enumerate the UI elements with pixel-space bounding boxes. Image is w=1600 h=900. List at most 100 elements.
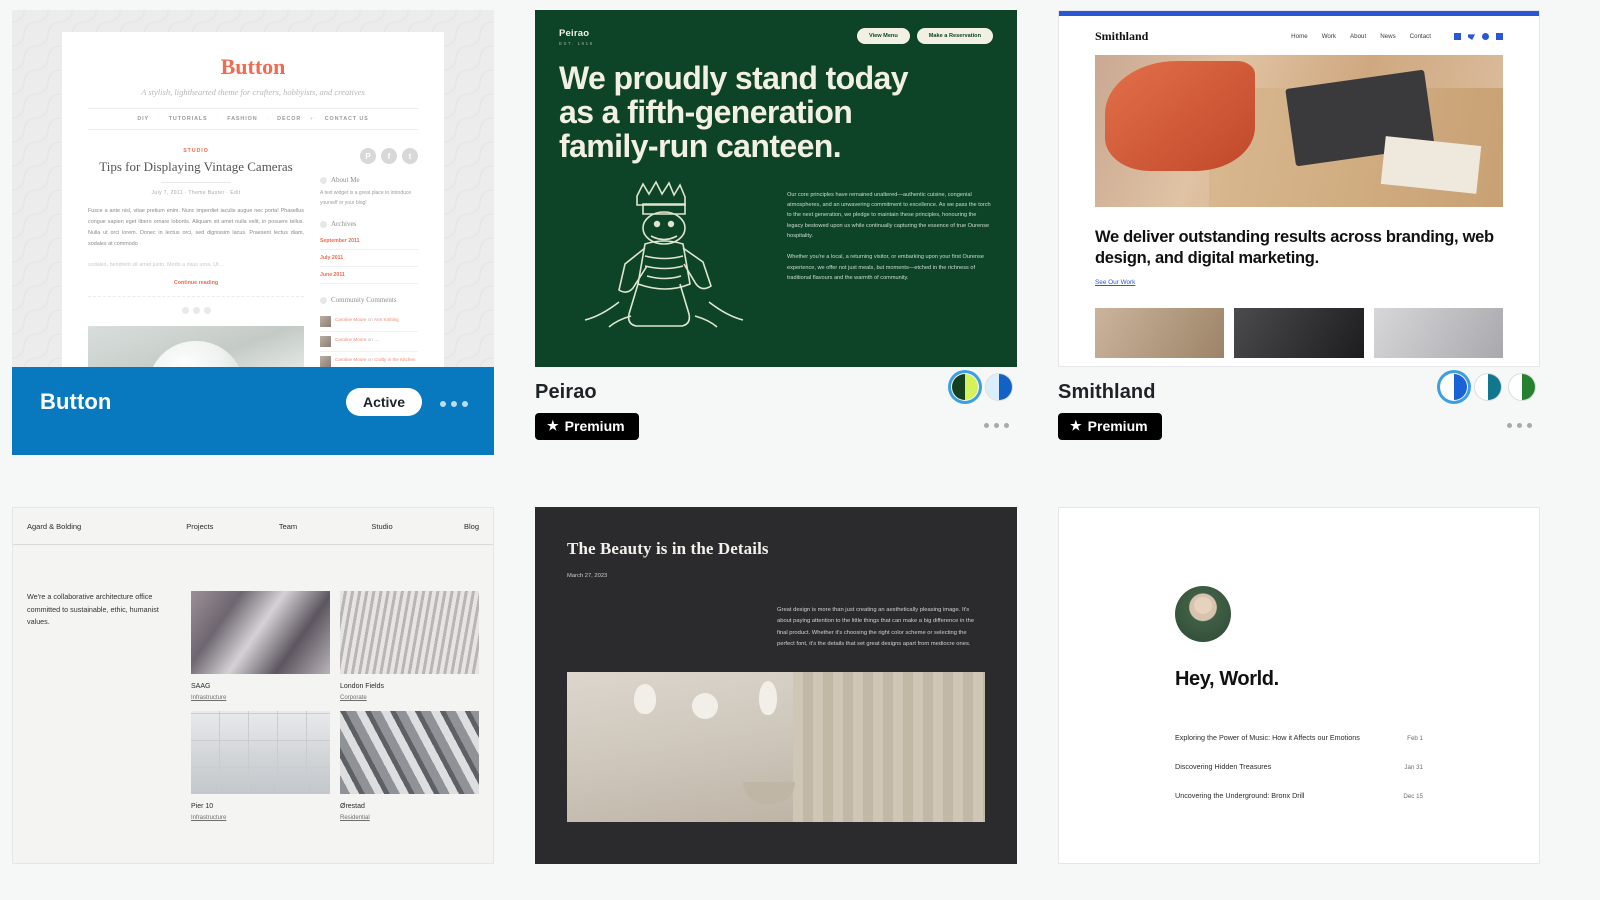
- theme-preview-beauty-details[interactable]: The Beauty is in the Details March 27, 2…: [535, 507, 1017, 864]
- comment-on: on: [367, 317, 373, 322]
- color-swatch[interactable]: [1474, 373, 1502, 401]
- button-theme-page: Button A stylish, lighthearted theme for…: [62, 32, 444, 367]
- post-list: Exploring the Power of Music: How it Aff…: [1175, 723, 1423, 810]
- site-nav: DIY · TUTORIALS · FASHION · DECOR ▾ · CONTAC…: [88, 108, 418, 130]
- theme-card-agard-bolding[interactable]: Agard & Bolding Projects Team Studio Blo…: [12, 507, 494, 864]
- post-date: Jan 31: [1404, 764, 1423, 771]
- theme-name: Peirao: [535, 381, 597, 403]
- nav-item-fashion: FASHION: [227, 116, 258, 122]
- nav-item-tutorials: TUTORIALS: [168, 116, 208, 122]
- overflow-menu-button[interactable]: [1507, 423, 1532, 428]
- established-text: EST. 1918: [559, 41, 594, 46]
- see-our-work-link[interactable]: See Our Work: [1059, 269, 1539, 286]
- divider: [161, 182, 231, 183]
- widget-archives-title: Archives: [320, 220, 418, 228]
- agard-theme-page: Agard & Bolding Projects Team Studio Blo…: [13, 508, 493, 863]
- theme-preview-smithland[interactable]: Smithland Home Work About News Contact W…: [1058, 10, 1540, 367]
- archives-list: September 2011 July 2011 June 2011: [320, 233, 418, 284]
- project-tag: Corporate: [340, 695, 367, 701]
- slatted-wall: [792, 672, 985, 823]
- avatar: [320, 316, 331, 327]
- nav-item-news: News: [1380, 33, 1396, 40]
- theme-card-hey-world[interactable]: Hey, World. Exploring the Power of Music…: [1058, 507, 1540, 864]
- theme-preview-peirao[interactable]: Peirao EST. 1918 View Menu Make a Reserv…: [535, 10, 1017, 367]
- comment-text: Caroline Moore on Crafty in the Kitchen: [335, 356, 415, 367]
- agard-intro-text: We're a collaborative architecture offic…: [27, 592, 159, 627]
- project-image: [191, 711, 330, 794]
- widget-about-title: About Me: [320, 176, 418, 184]
- theme-card-button[interactable]: Button A stylish, lighthearted theme for…: [12, 10, 494, 455]
- interior-photo: [567, 672, 985, 823]
- peirao-paragraph-1: Our core principles have remained unalte…: [787, 191, 991, 240]
- project-name: Ørestad: [340, 803, 365, 810]
- content-columns: STUDIO Tips for Displaying Vintage Camer…: [88, 148, 418, 367]
- dark-theme-page: The Beauty is in the Details March 27, 2…: [535, 507, 1017, 864]
- logo-text: Smithland: [1095, 29, 1149, 43]
- nav-item-team: Team: [278, 522, 298, 531]
- theme-card-beauty-details[interactable]: The Beauty is in the Details March 27, 2…: [535, 507, 1017, 864]
- theme-grid: Button A stylish, lighthearted theme for…: [0, 0, 1600, 874]
- widget-about-label: About Me: [331, 176, 360, 184]
- theme-card-peirao[interactable]: Peirao EST. 1918 View Menu Make a Reserv…: [535, 10, 1017, 455]
- bullet-icon: [320, 296, 327, 304]
- project-tag: Residential: [340, 815, 370, 821]
- bowl: [742, 782, 795, 805]
- smithland-headline: We deliver outstanding results across br…: [1095, 228, 1494, 268]
- theme-card-smithland[interactable]: Smithland Home Work About News Contact W…: [1058, 10, 1540, 455]
- theme-preview-hey-world[interactable]: Hey, World. Exploring the Power of Music…: [1058, 507, 1540, 864]
- theme-preview-button[interactable]: Button A stylish, lighthearted theme for…: [12, 10, 494, 367]
- color-swatches: [951, 373, 1013, 401]
- dark-date: March 27, 2023: [567, 573, 608, 579]
- hero-image: [1095, 55, 1503, 207]
- star-icon: ★: [1070, 418, 1082, 433]
- main-column: STUDIO Tips for Displaying Vintage Camer…: [88, 148, 304, 367]
- project-name: London Fields: [340, 683, 384, 690]
- overflow-menu-button[interactable]: [440, 401, 468, 407]
- thumbnail: [1234, 308, 1364, 359]
- theme-preview-agard-bolding[interactable]: Agard & Bolding Projects Team Studio Blo…: [12, 507, 494, 864]
- pendant-lamp: [692, 693, 719, 720]
- peirao-copy: Our core principles have remained unalte…: [787, 170, 993, 330]
- make-reservation-button[interactable]: Make a Reservation: [916, 28, 993, 44]
- project-image: [191, 591, 330, 674]
- star-icon: ★: [547, 418, 559, 433]
- color-swatch-selected[interactable]: [951, 373, 979, 401]
- comment-author: Caroline Moore: [335, 317, 367, 322]
- widget-comments-label: Community Comments: [331, 296, 397, 304]
- post-date: Feb 1: [1407, 735, 1423, 742]
- widget-comments-title: Community Comments: [320, 296, 418, 304]
- color-swatches: [1440, 373, 1536, 401]
- status-badge-premium: ★ Premium: [535, 413, 639, 440]
- project-card: Pier 10 Infrastructure: [191, 711, 330, 821]
- thumbnail: [1373, 308, 1503, 359]
- color-swatch-selected[interactable]: [1440, 373, 1468, 401]
- smithland-header: Smithland Home Work About News Contact: [1059, 16, 1539, 55]
- nav-item-projects: Projects: [186, 522, 214, 531]
- linkedin-icon: [1454, 33, 1461, 40]
- color-swatch[interactable]: [1508, 373, 1536, 401]
- nav-item-diy: DIY: [137, 116, 150, 122]
- agard-nav: Agard & Bolding Projects Team Studio Blo…: [13, 508, 493, 545]
- project-card: London Fields Corporate: [340, 591, 479, 701]
- post-title: Tips for Displaying Vintage Cameras: [99, 159, 293, 174]
- dark-body-text: Great design is more than just creating …: [777, 607, 975, 647]
- site-title: Button: [220, 54, 286, 79]
- peirao-brand: Peirao EST. 1918: [559, 28, 594, 46]
- overflow-menu-button[interactable]: [984, 423, 1009, 428]
- archive-item: July 2011: [320, 250, 418, 267]
- project-name: SAAG: [191, 683, 211, 690]
- nav-sep: ·: [158, 116, 160, 122]
- nav-item-about: About: [1350, 33, 1367, 40]
- status-badge-active: Active: [345, 388, 422, 416]
- archive-item: September 2011: [320, 233, 418, 250]
- social-icons: P f t: [320, 148, 418, 164]
- nav-item-studio: Studio: [371, 522, 393, 531]
- list-item: Exploring the Power of Music: How it Aff…: [1175, 723, 1423, 752]
- comment-on: on: [367, 357, 373, 362]
- smithland-theme-page: Smithland Home Work About News Contact W…: [1059, 11, 1539, 366]
- comment-row: Caroline Moore on Arm Knitting: [320, 312, 418, 332]
- comment-post: Arm Knitting: [373, 317, 399, 322]
- dark-headline: The Beauty is in the Details: [567, 539, 769, 558]
- view-menu-button[interactable]: View Menu: [856, 28, 910, 44]
- color-swatch[interactable]: [985, 373, 1013, 401]
